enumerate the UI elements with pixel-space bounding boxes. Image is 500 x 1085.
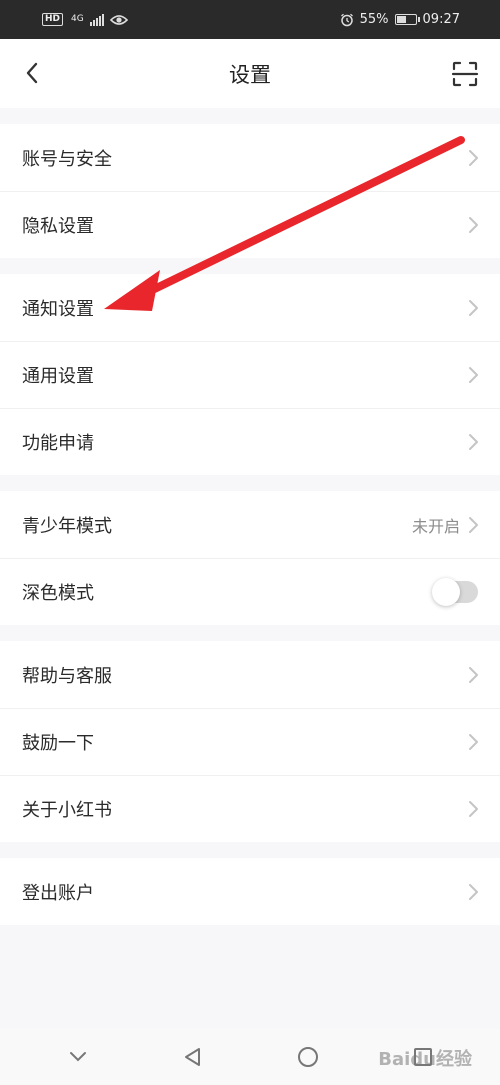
settings-group: 登出账户 — [0, 858, 500, 925]
settings-row[interactable]: 青少年模式 未开启 — [0, 491, 500, 558]
chevron-right-icon — [466, 148, 480, 168]
alarm-icon — [340, 13, 353, 26]
status-left: HD 4G — [42, 13, 128, 26]
status-bar: HD 4G 55% 09:27 — [0, 0, 500, 39]
chevron-right-icon — [466, 298, 480, 318]
chevron-right-icon — [466, 882, 480, 902]
watermark: Baidu经验 — [378, 1049, 472, 1070]
chevron-right-icon — [466, 732, 480, 752]
settings-row[interactable]: 账号与安全 — [0, 124, 500, 191]
settings-row-label: 鼓励一下 — [22, 732, 94, 754]
settings-row[interactable]: 功能申请 — [0, 408, 500, 475]
settings-row[interactable]: 关于小红书 — [0, 775, 500, 842]
settings-row[interactable]: 通知设置 — [0, 274, 500, 341]
battery-icon — [394, 14, 420, 25]
settings-group: 帮助与客服鼓励一下关于小红书 — [0, 641, 500, 842]
settings-row[interactable]: 帮助与客服 — [0, 641, 500, 708]
settings-row[interactable]: 鼓励一下 — [0, 708, 500, 775]
settings-row[interactable]: 深色模式 — [0, 558, 500, 625]
chevron-down-icon[interactable] — [63, 1042, 93, 1072]
settings-row[interactable]: 登出账户 — [0, 858, 500, 925]
settings-row-label: 帮助与客服 — [22, 665, 112, 687]
eye-icon — [109, 14, 128, 25]
settings-row-label: 通用设置 — [22, 365, 94, 387]
back-triangle-icon[interactable] — [178, 1042, 208, 1072]
chevron-right-icon — [466, 665, 480, 685]
settings-list: 账号与安全隐私设置通知设置通用设置功能申请青少年模式 未开启深色模式帮助与客服鼓励… — [0, 124, 500, 925]
settings-row[interactable]: 通用设置 — [0, 341, 500, 408]
settings-group: 通知设置通用设置功能申请 — [0, 274, 500, 475]
home-circle-icon[interactable] — [293, 1042, 323, 1072]
signal-icon — [89, 13, 104, 26]
page-title: 设置 — [229, 62, 271, 87]
settings-row-label: 通知设置 — [22, 298, 94, 320]
settings-header: 设置 — [0, 39, 500, 108]
settings-row-label: 深色模式 — [22, 582, 94, 604]
chevron-right-icon — [466, 515, 480, 535]
network-type: 4G — [71, 14, 84, 24]
chevron-right-icon — [466, 365, 480, 385]
settings-group: 青少年模式 未开启深色模式 — [0, 491, 500, 625]
settings-row-label: 隐私设置 — [22, 215, 94, 237]
clock-time: 09:27 — [422, 12, 460, 27]
chevron-left-icon[interactable] — [18, 58, 48, 88]
settings-row-label: 青少年模式 — [22, 515, 112, 537]
scan-icon[interactable] — [450, 59, 480, 89]
settings-row-label: 功能申请 — [22, 432, 94, 454]
chevron-right-icon — [466, 432, 480, 452]
chevron-right-icon — [466, 799, 480, 819]
settings-row-value: 未开启 — [411, 516, 460, 536]
settings-row[interactable]: 隐私设置 — [0, 191, 500, 258]
dark-mode-toggle[interactable] — [432, 577, 478, 606]
settings-row-label: 关于小红书 — [22, 799, 112, 821]
settings-row-label: 登出账户 — [22, 882, 94, 904]
hd-badge: HD — [42, 13, 64, 26]
settings-row-label: 账号与安全 — [22, 148, 112, 170]
status-right: 55% 09:27 — [340, 12, 460, 27]
settings-group: 账号与安全 隐私设置 — [0, 124, 500, 258]
battery-percent: 55% — [359, 12, 389, 27]
chevron-right-icon — [466, 215, 480, 235]
